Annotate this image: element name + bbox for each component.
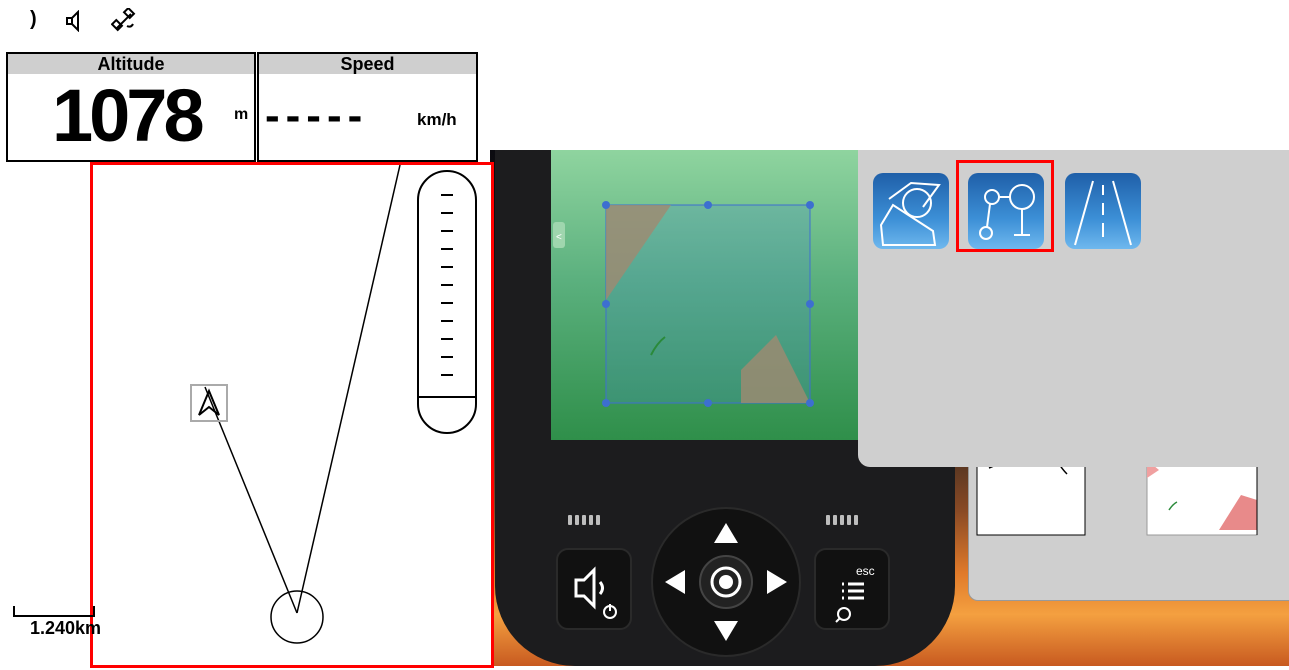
- map-panel[interactable]: [90, 162, 494, 668]
- volume-power-button[interactable]: [556, 548, 632, 630]
- esc-label: esc: [856, 564, 875, 578]
- volume-power-icon: [574, 566, 617, 619]
- direction-pad[interactable]: [651, 507, 801, 657]
- speed-title: Speed: [259, 54, 476, 74]
- arrow-left-icon: [665, 570, 685, 594]
- terrain-icon: [879, 181, 941, 246]
- speaker-grille: [568, 515, 600, 525]
- device-map: <: [553, 201, 814, 407]
- altitude-title: Altitude: [8, 54, 254, 74]
- svg-text:<: <: [556, 232, 562, 243]
- vario-gauge: [417, 170, 477, 434]
- altitude-box: Altitude 1078 m: [6, 52, 256, 162]
- speed-box: Speed ----- km/h: [257, 52, 478, 162]
- tile-road[interactable]: [1065, 173, 1141, 249]
- speed-unit: km/h: [417, 110, 457, 129]
- satellite-icon: [110, 8, 136, 32]
- menu-esc-button[interactable]: esc: [814, 548, 890, 630]
- scale-label: 1.240km: [30, 618, 102, 638]
- speaker-icon: [65, 10, 79, 32]
- device-screen: <: [551, 150, 881, 440]
- map-canvas: [190, 164, 477, 644]
- arrow-down-icon: [714, 621, 738, 641]
- altitude-value: 1078: [52, 74, 205, 157]
- position-arrow-icon: [198, 388, 220, 416]
- status-bar: ): [30, 8, 137, 36]
- speed-value: -----: [265, 91, 369, 140]
- road-icon: [1074, 180, 1132, 246]
- menu-search-icon: [835, 582, 864, 623]
- dpad-icon: [665, 523, 787, 641]
- selected-tile-highlight: [956, 160, 1054, 252]
- altitude-unit: m: [234, 106, 249, 123]
- arrow-up-icon: [714, 523, 738, 543]
- speaker-grille: [826, 515, 858, 525]
- track-line: [296, 164, 401, 614]
- signal-icon: ): [30, 8, 37, 30]
- arrow-right-icon: [767, 570, 787, 594]
- tile-terrain[interactable]: [873, 173, 949, 249]
- turnpoint-circle: [270, 590, 324, 644]
